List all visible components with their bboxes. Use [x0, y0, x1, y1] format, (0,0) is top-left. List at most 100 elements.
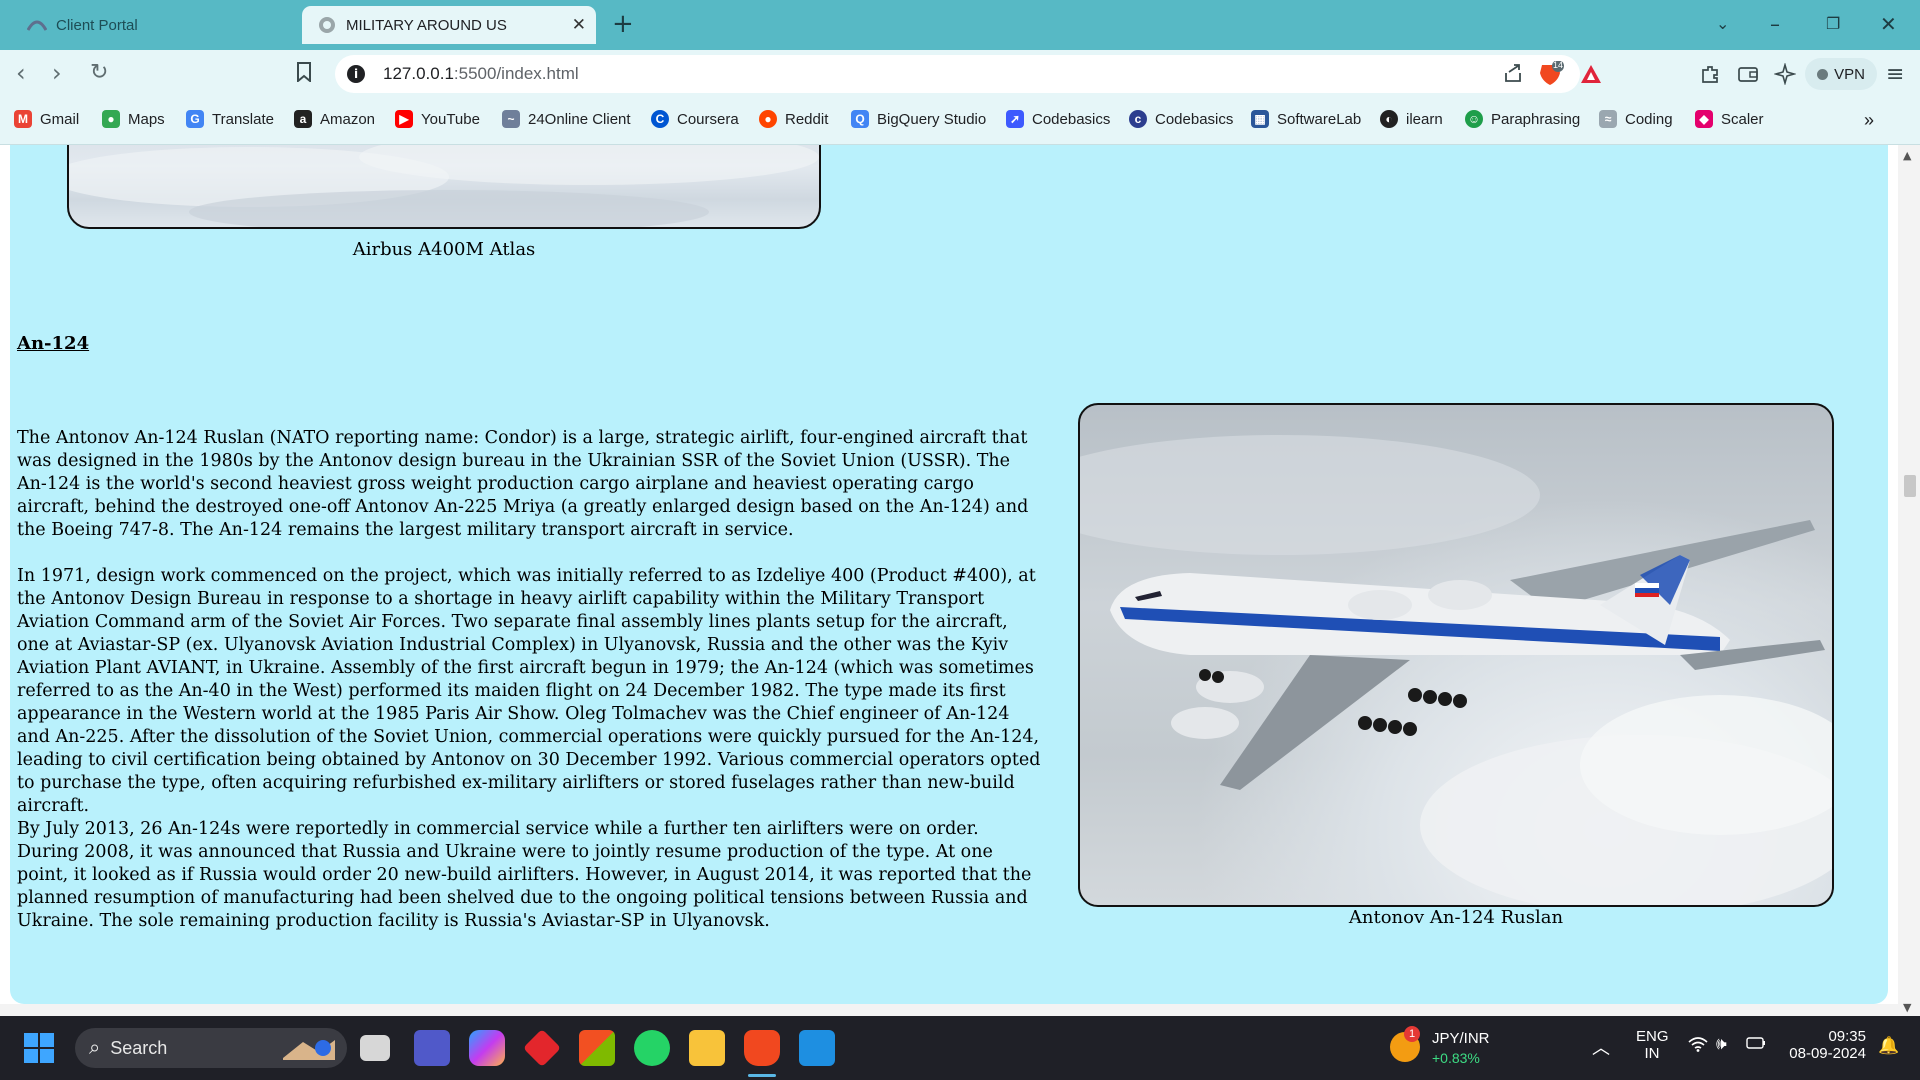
ticker-badge: 1 — [1404, 1026, 1420, 1042]
scroll-up-arrow-icon[interactable]: ▲ — [1903, 149, 1911, 162]
youtube-icon: ▶ — [395, 110, 413, 128]
brave-browser-icon[interactable] — [744, 1030, 780, 1066]
search-icon: ⌕ — [89, 1036, 101, 1059]
vscode-icon[interactable] — [799, 1030, 835, 1066]
restore-button[interactable]: ❐ — [1826, 10, 1840, 38]
minimize-button[interactable]: – — [1770, 10, 1780, 38]
tab-title: MILITARY AROUND US — [346, 16, 507, 34]
redmi-app-icon[interactable] — [522, 1028, 562, 1068]
clock-date: 08-09-2024 — [1789, 1045, 1866, 1062]
24online-icon — [26, 14, 48, 36]
paraphrasing-icon: ☺ — [1465, 110, 1483, 128]
search-label: Search — [110, 1037, 168, 1058]
taskbar-search-box[interactable]: ⌕ Search — [75, 1028, 347, 1068]
scrollbar-thumb[interactable] — [1904, 475, 1916, 497]
search-highlight-icon — [279, 1034, 339, 1067]
vertical-scrollbar[interactable] — [1898, 145, 1920, 1016]
file-explorer-icon[interactable] — [689, 1030, 725, 1066]
paragraph-1: The Antonov An-124 Ruslan (NATO reportin… — [17, 428, 1029, 540]
bookmark-youtube[interactable]: ▶ YouTube — [395, 110, 480, 128]
scroll-down-arrow-icon[interactable]: ▼ — [1903, 1001, 1911, 1014]
ticker-symbol[interactable]: JPY/INR — [1432, 1030, 1490, 1047]
site-info-icon[interactable]: i — [347, 65, 365, 83]
wallet-icon[interactable] — [1738, 64, 1758, 88]
extensions-icon[interactable] — [1700, 64, 1720, 89]
scaler-icon: ◆ — [1695, 110, 1713, 128]
menu-icon[interactable]: ≡ — [1886, 62, 1904, 87]
bookmark-paraphrasing[interactable]: ☺ Paraphrasing — [1465, 110, 1580, 128]
close-window-button[interactable]: ✕ — [1880, 10, 1897, 38]
bookmark-codebasics-1[interactable]: ➚ Codebasics — [1006, 110, 1110, 128]
tab-military-around-us[interactable]: MILITARY AROUND US ✕ — [302, 6, 596, 44]
active-app-indicator — [748, 1074, 776, 1077]
globe-icon — [316, 14, 338, 36]
softwarelab-icon: ▦ — [1251, 110, 1269, 128]
close-tab-icon[interactable]: ✕ — [572, 15, 586, 35]
language-code: ENG — [1636, 1028, 1669, 1045]
bookmark-codebasics-2[interactable]: c Codebasics — [1129, 110, 1233, 128]
24online-icon: ~ — [502, 110, 520, 128]
content-card: Airbus A400M Atlas An-124 The Antonov An… — [10, 145, 1888, 1004]
copilot-icon[interactable] — [469, 1030, 505, 1066]
teams-icon[interactable] — [414, 1030, 450, 1066]
browser-toolbar: ‹ › ↻ i 127.0.0.1:5500/index.html 14 VPN… — [0, 50, 1920, 100]
bookmark-24online-client[interactable]: ~24Online Client — [502, 110, 631, 128]
bookmark-icon[interactable] — [296, 62, 312, 87]
amazon-icon: a — [294, 110, 312, 128]
tab-search-chevron-icon[interactable]: ⌄ — [1716, 10, 1729, 38]
bookmark-ilearn[interactable]: ◐ ilearn — [1380, 110, 1443, 128]
bookmark-gmail[interactable]: M Gmail — [14, 110, 79, 128]
bookmark-amazon[interactable]: a Amazon — [294, 110, 375, 128]
brave-rewards-icon[interactable] — [1579, 63, 1603, 90]
bookmark-reddit[interactable]: ● Reddit — [759, 110, 828, 128]
back-button[interactable]: ‹ — [16, 58, 26, 88]
leo-ai-icon[interactable] — [1773, 62, 1797, 90]
microsoft-store-icon[interactable] — [579, 1030, 615, 1066]
new-tab-button[interactable]: + — [612, 10, 634, 38]
reload-button[interactable]: ↻ — [90, 58, 108, 88]
clock[interactable]: 09:35 08-09-2024 — [1786, 1028, 1866, 1062]
bookmarks-bar: M Gmail ● Maps G Translate a Amazon ▶ YouTube… — [0, 100, 1920, 145]
coursera-icon: C — [651, 110, 669, 128]
bookmark-bigquery-studio[interactable]: Q BigQuery Studio — [851, 110, 986, 128]
windows-taskbar: ⌕ Search 1 JPY/INR +0.83% ︿ ENG IN 🕪 09:… — [0, 1016, 1920, 1080]
bookmark-coursera[interactable]: C Coursera — [651, 110, 739, 128]
section-heading-an-124: An-124 — [17, 333, 90, 354]
forward-button[interactable]: › — [52, 58, 62, 88]
url-text[interactable]: 127.0.0.1:5500/index.html — [383, 64, 579, 84]
horizontal-scrollbar[interactable] — [0, 1004, 1898, 1016]
address-bar[interactable]: i 127.0.0.1:5500/index.html 14 — [335, 55, 1601, 93]
notification-bell-icon[interactable]: 🔔 — [1878, 1036, 1899, 1056]
an-124-photo — [1078, 403, 1834, 907]
vpn-status-icon — [1817, 68, 1829, 80]
vpn-button[interactable]: VPN — [1805, 58, 1877, 90]
bookmark-coding[interactable]: ≈ Coding — [1599, 110, 1673, 128]
share-icon[interactable] — [1503, 63, 1523, 88]
task-view-icon[interactable] — [360, 1035, 390, 1061]
bookmark-softwarelab[interactable]: ▦ SoftwareLab — [1251, 110, 1361, 128]
bookmark-translate[interactable]: G Translate — [186, 110, 274, 128]
tab-client-portal[interactable]: Client Portal — [12, 6, 292, 44]
volume-icon[interactable]: 🕪 — [1716, 1034, 1727, 1054]
gmail-icon: M — [14, 110, 32, 128]
codebasics-icon: c — [1129, 110, 1147, 128]
maps-pin-icon: ● — [102, 110, 120, 128]
windows-start-icon[interactable] — [24, 1033, 54, 1067]
tab-strip: Client Portal MILITARY AROUND US ✕ + ⌄ –… — [0, 0, 1920, 50]
tab-title: Client Portal — [56, 16, 138, 34]
battery-icon[interactable] — [1746, 1036, 1766, 1055]
bookmark-scaler[interactable]: ◆ Scaler — [1695, 110, 1764, 128]
vpn-label: VPN — [1834, 65, 1865, 83]
rocket-icon: ➚ — [1006, 110, 1024, 128]
more-bookmarks-icon[interactable]: » — [1864, 110, 1874, 131]
wifi-icon[interactable] — [1688, 1036, 1708, 1057]
ticker-change: +0.83% — [1432, 1050, 1480, 1066]
paragraph-2: In 1971, design work commenced on the pr… — [17, 566, 1041, 816]
an-124-caption: Antonov An-124 Ruslan — [1348, 907, 1564, 928]
whatsapp-icon[interactable] — [634, 1030, 670, 1066]
brave-shields-icon[interactable]: 14 — [1538, 60, 1564, 92]
show-hidden-icons-chevron-icon[interactable]: ︿ — [1592, 1034, 1610, 1060]
reddit-icon: ● — [759, 110, 777, 128]
bookmark-maps[interactable]: ● Maps — [102, 110, 165, 128]
language-indicator[interactable]: ENG IN — [1636, 1028, 1669, 1062]
